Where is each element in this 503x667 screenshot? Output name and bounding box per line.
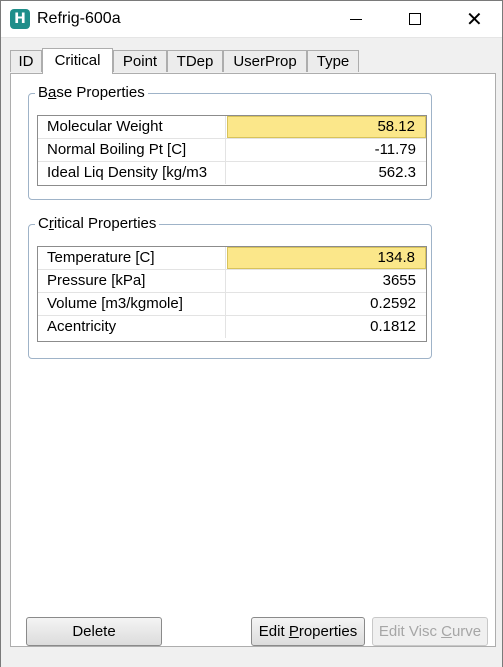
- tab-panel-critical: Base Properties Molecular Weight 58.12 N…: [10, 73, 496, 647]
- property-label: Temperature [C]: [38, 247, 226, 269]
- property-label: Pressure [kPa]: [38, 270, 226, 292]
- property-value-cell[interactable]: 58.12: [227, 116, 426, 138]
- tab-userprop[interactable]: UserProp: [223, 50, 307, 72]
- maximize-button[interactable]: [386, 1, 444, 37]
- critical-properties-grid: Temperature [C] 134.8 Pressure [kPa] 365…: [37, 246, 427, 342]
- title-bar[interactable]: H Refrig-600a ✕: [1, 1, 502, 37]
- critical-properties-title: Critical Properties: [35, 214, 160, 234]
- edit-visc-curve-button[interactable]: Edit Visc Curve: [372, 617, 488, 646]
- property-label: Volume [m3/kgmole]: [38, 293, 226, 315]
- app-logo-icon: H: [10, 9, 30, 29]
- table-row: Molecular Weight 58.12: [38, 116, 426, 139]
- table-row: Temperature [C] 134.8: [38, 247, 426, 270]
- critical-properties-group: Critical Properties Temperature [C] 134.…: [28, 214, 432, 359]
- property-value-cell[interactable]: 3655: [227, 270, 426, 292]
- edit-properties-button[interactable]: Edit Properties: [251, 617, 365, 646]
- minimize-icon: [350, 19, 362, 20]
- property-value-cell[interactable]: 562.3: [227, 162, 426, 184]
- property-label: Molecular Weight: [38, 116, 226, 138]
- property-value-cell[interactable]: -11.79: [227, 139, 426, 161]
- table-row: Normal Boiling Pt [C] -11.79: [38, 139, 426, 162]
- property-window: H Refrig-600a ✕ ID Critical Point TDep U…: [0, 0, 503, 667]
- tab-type[interactable]: Type: [307, 50, 359, 72]
- minimize-button[interactable]: [328, 1, 386, 37]
- tab-id[interactable]: ID: [10, 50, 42, 72]
- app-logo-letter: H: [14, 11, 26, 27]
- base-properties-title: Base Properties: [35, 83, 148, 103]
- table-row: Ideal Liq Density [kg/m3 562.3: [38, 162, 426, 185]
- property-value-cell[interactable]: 134.8: [227, 247, 426, 269]
- property-label: Acentricity: [38, 316, 226, 338]
- close-button[interactable]: ✕: [444, 1, 502, 37]
- property-label: Normal Boiling Pt [C]: [38, 139, 226, 161]
- property-value-cell[interactable]: 0.1812: [227, 316, 426, 338]
- property-value-cell[interactable]: 0.2592: [227, 293, 426, 315]
- property-label: Ideal Liq Density [kg/m3: [38, 162, 226, 184]
- table-row: Acentricity 0.1812: [38, 316, 426, 339]
- close-icon: ✕: [466, 7, 483, 31]
- base-properties-grid: Molecular Weight 58.12 Normal Boiling Pt…: [37, 115, 427, 186]
- tab-tdep[interactable]: TDep: [167, 50, 223, 72]
- table-row: Volume [m3/kgmole] 0.2592: [38, 293, 426, 316]
- tab-critical[interactable]: Critical: [42, 48, 113, 74]
- window-title: Refrig-600a: [37, 10, 121, 27]
- maximize-icon: [409, 13, 421, 25]
- dialog-body: ID Critical Point TDep UserProp Type Bas…: [1, 37, 502, 667]
- base-properties-group: Base Properties Molecular Weight 58.12 N…: [28, 83, 432, 200]
- delete-button[interactable]: Delete: [26, 617, 162, 646]
- table-row: Pressure [kPa] 3655: [38, 270, 426, 293]
- tab-point[interactable]: Point: [113, 50, 167, 72]
